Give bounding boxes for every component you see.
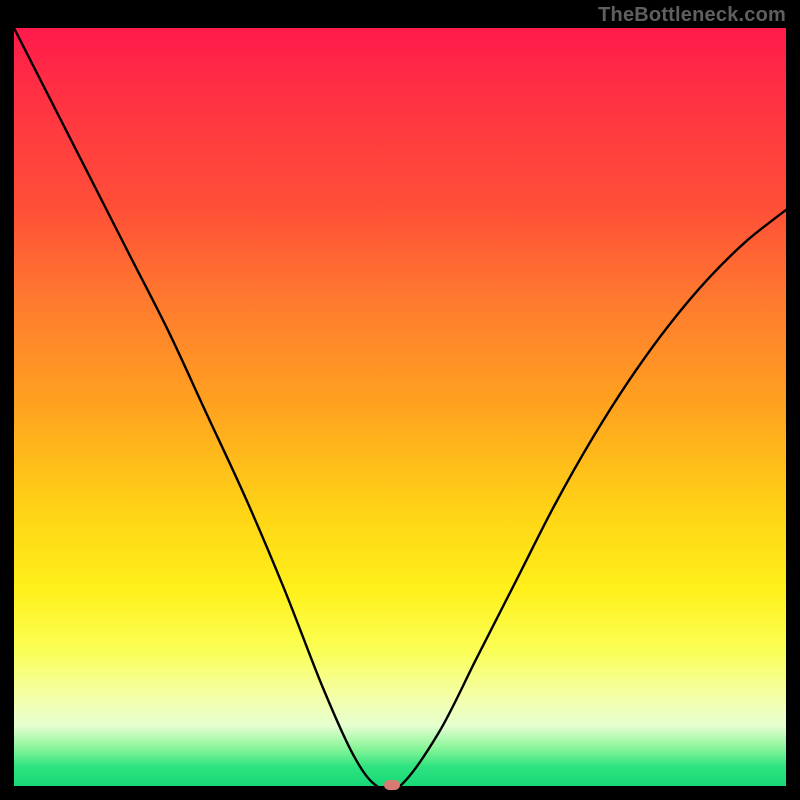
plot-frame bbox=[14, 28, 786, 786]
bottleneck-curve-path bbox=[14, 28, 786, 786]
chart-container: TheBottleneck.com bbox=[0, 0, 800, 800]
watermark-text: TheBottleneck.com bbox=[598, 4, 786, 27]
curve-svg bbox=[14, 28, 786, 786]
optimal-point-marker bbox=[384, 780, 400, 790]
